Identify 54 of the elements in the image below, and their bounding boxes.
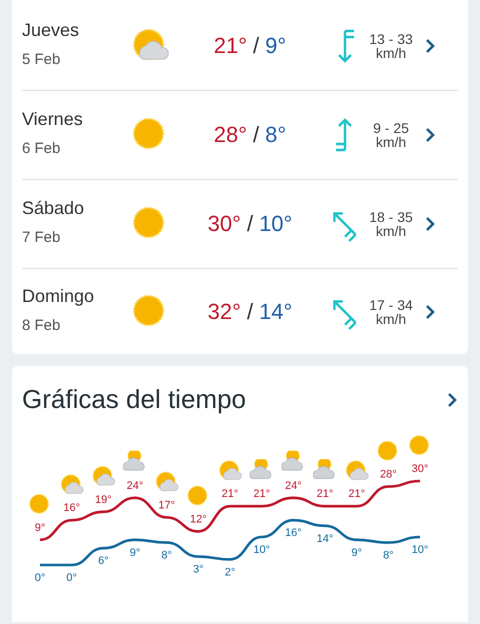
temperature-label: 14° [316,532,334,545]
wind-speed: 9 - 25 km/h [372,121,410,149]
temperature-label: 6° [98,555,109,568]
low-temperature: 14° [259,298,292,324]
temperature-label: 24° [126,480,144,492]
separator: / [253,33,260,59]
day-name: Domingo [22,286,96,306]
low-temperature: 9° [265,33,286,59]
temperature-label: 21° [316,488,334,500]
chevron-icon[interactable] [424,37,436,55]
day-name: Sábado [22,198,86,219]
temperature-label: 21° [348,488,365,500]
wind-speed: 18 - 35 km/h [368,210,414,238]
temperature-label: 9° [130,546,140,559]
day-date: 5 Feb [22,51,62,68]
temperature-label: 21° [253,488,270,500]
temperature-label: 0° [66,572,77,584]
separator: / [246,211,254,237]
wind-speed: 13 - 33 km/h [368,32,414,60]
temperature-label: 0° [34,572,46,584]
temperature-label: 24° [285,480,302,492]
temperature-label: 2° [224,566,236,578]
low-temperature: 10° [259,211,292,237]
temperature-label: 8° [161,550,172,562]
temperature-label: 16° [285,527,302,540]
wind-speed: 17 - 34 km/h [368,298,414,326]
section-title: Gráficas del tiempo [22,384,246,415]
temperature-label: 10° [253,544,270,556]
day-date: 7 Feb [22,229,62,246]
low-temperature: 8° [265,122,286,148]
temperature-label: 12° [190,513,207,526]
temperature-label: 9° [351,546,362,559]
day-date: 6 Feb [22,140,62,157]
high-temperature: 28° [214,122,248,148]
temperature-label: 21° [222,488,238,500]
high-temperature: 30° [208,211,241,237]
day-name: Viernes [22,109,84,130]
temperature-label: 8° [383,550,394,562]
separator: / [253,122,260,148]
temperature-label: 30° [412,463,428,475]
temperature-label: 17° [158,499,175,512]
temperature-label: 9° [34,522,46,534]
temperature-label: 16° [63,502,80,514]
high-temperature: 32° [208,298,241,324]
temperature-label: 3° [193,564,204,576]
temperature-label: 19° [95,494,112,506]
separator: / [246,298,254,324]
chevron-icon[interactable] [424,215,436,233]
day-name: Jueves [22,20,80,41]
day-date: 8 Feb [22,316,62,334]
temperature-label: 10° [412,544,428,556]
chevron-icon[interactable] [424,126,436,144]
temperature-label: 28° [380,468,397,481]
high-temperature: 21° [214,33,248,59]
